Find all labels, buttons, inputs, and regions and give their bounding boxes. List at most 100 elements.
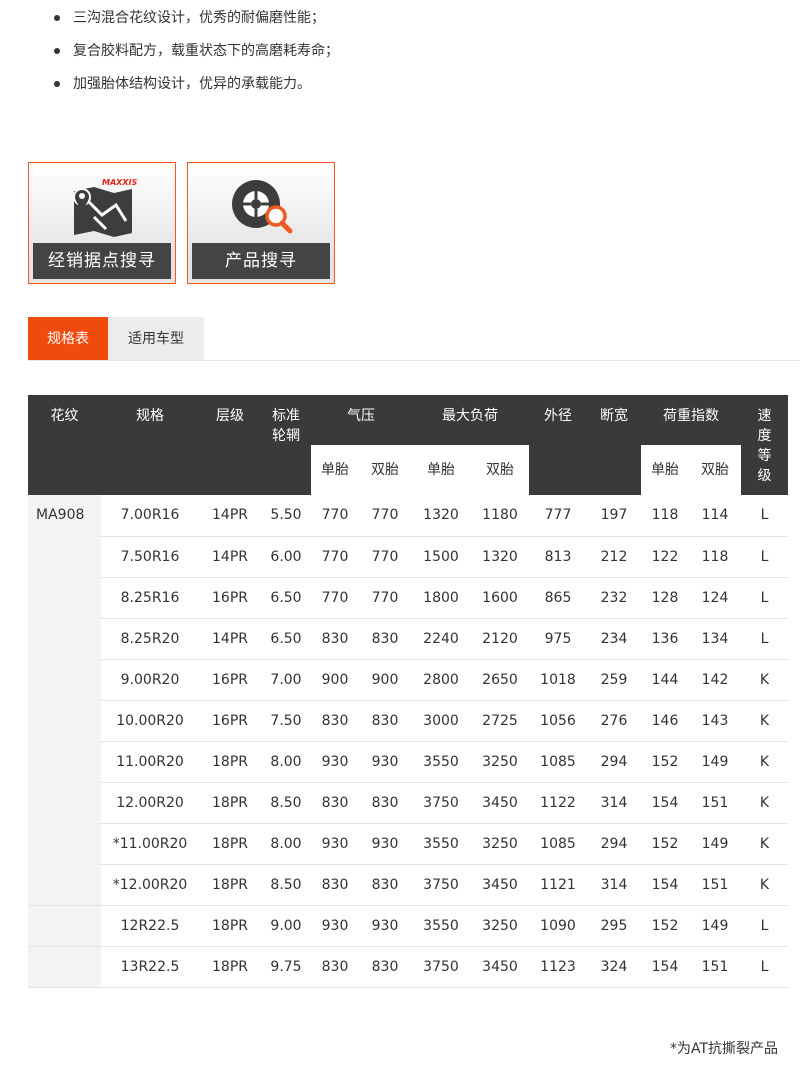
header-load-dual: 双胎	[471, 445, 529, 495]
table-cell: 9.00	[261, 905, 311, 947]
table-cell: 3750	[411, 864, 471, 906]
maxxis-logo: MAXXIS	[102, 178, 137, 187]
header-pattern: 花纹	[28, 395, 101, 495]
table-cell: 142	[689, 659, 741, 701]
table-cell: 7.50	[261, 700, 311, 742]
table-row: 10.00R20 16PR 7.50 830 830 3000 2725 1056 276 146…	[28, 700, 788, 742]
table-cell: 8.25R16	[101, 577, 199, 619]
table-cell: 3550	[411, 905, 471, 947]
table-cell: 3450	[471, 782, 529, 824]
table-cell: 124	[689, 577, 741, 619]
table-cell: 830	[359, 864, 411, 906]
table-cell: 16PR	[199, 659, 261, 701]
tab-divider	[28, 360, 800, 361]
table-cell: 14PR	[199, 495, 261, 537]
table-cell: 2120	[471, 618, 529, 660]
table-cell: 6.50	[261, 577, 311, 619]
table-cell: 6.00	[261, 536, 311, 578]
table-cell: 830	[359, 618, 411, 660]
table-row: *12.00R20 18PR 8.50 830 830 3750 3450 1121 314 15…	[28, 864, 788, 906]
table-cell: 114	[689, 495, 741, 537]
pattern-cell-empty	[28, 864, 101, 906]
table-cell: 134	[689, 618, 741, 660]
table-cell: 16PR	[199, 700, 261, 742]
table-cell: 3000	[411, 700, 471, 742]
header-max-load: 最大负荷	[411, 395, 529, 445]
table-cell: 197	[587, 495, 641, 537]
table-cell: 276	[587, 700, 641, 742]
table-cell: K	[741, 864, 788, 906]
product-search-button[interactable]: 产品搜寻	[187, 162, 335, 284]
table-cell: 3250	[471, 905, 529, 947]
header-diameter: 外径	[529, 395, 587, 495]
table-cell: 154	[641, 782, 689, 824]
dealer-search-button[interactable]: MAXXIS 经销据点搜寻	[28, 162, 176, 284]
table-row: 12.00R20 18PR 8.50 830 830 3750 3450 1122 314 154…	[28, 782, 788, 824]
table-cell: 8.00	[261, 823, 311, 865]
table-cell: 930	[311, 905, 359, 947]
table-cell: 136	[641, 618, 689, 660]
table-cell: 152	[641, 741, 689, 783]
tab-applicable-vehicles[interactable]: 适用车型	[108, 317, 204, 361]
header-load-index: 荷重指数	[641, 395, 741, 445]
table-cell: 830	[359, 700, 411, 742]
table-cell: 149	[689, 905, 741, 947]
table-cell: 18PR	[199, 823, 261, 865]
table-cell: 1320	[471, 536, 529, 578]
table-cell: 13R22.5	[101, 946, 199, 988]
map-pin-icon: MAXXIS	[29, 163, 175, 245]
table-cell: 8.00	[261, 741, 311, 783]
table-cell: L	[741, 495, 788, 537]
pattern-cell: MA908	[28, 495, 101, 864]
feature-item: 加强胎体结构设计，优异的承载能力。	[54, 74, 339, 107]
header-width: 断宽	[587, 395, 641, 495]
table-cell: 3250	[471, 823, 529, 865]
table-cell: 830	[311, 782, 359, 824]
table-cell: 830	[311, 618, 359, 660]
header-ply: 层级	[199, 395, 261, 495]
table-cell: 314	[587, 864, 641, 906]
table-cell: *12.00R20	[101, 864, 199, 906]
table-cell: 146	[641, 700, 689, 742]
header-pressure-dual: 双胎	[359, 445, 411, 495]
table-cell: 7.00R16	[101, 495, 199, 537]
table-cell: 9.00R20	[101, 659, 199, 701]
table-cell: 151	[689, 864, 741, 906]
table-cell: K	[741, 700, 788, 742]
table-cell: 1085	[529, 823, 587, 865]
table-cell: 8.50	[261, 782, 311, 824]
table-cell: 3450	[471, 946, 529, 988]
table-cell: 122	[641, 536, 689, 578]
table-cell: 3550	[411, 741, 471, 783]
table-cell: L	[741, 618, 788, 660]
product-search-label: 产品搜寻	[192, 243, 330, 279]
table-cell: 3550	[411, 823, 471, 865]
table-cell: 770	[359, 577, 411, 619]
table-cell: 1122	[529, 782, 587, 824]
table-cell: 1320	[411, 495, 471, 537]
table-cell: 770	[311, 536, 359, 578]
table-cell: 2800	[411, 659, 471, 701]
table-cell: 118	[641, 495, 689, 537]
table-cell: 149	[689, 741, 741, 783]
table-cell: L	[741, 905, 788, 947]
tab-spec-table[interactable]: 规格表	[28, 317, 108, 361]
table-cell: 930	[311, 823, 359, 865]
table-row: MA908 7.00R16 14PR 5.50 770 770 1320 1180 777 19…	[28, 495, 788, 864]
header-pressure-single: 单胎	[311, 445, 359, 495]
table-cell: 7.50R16	[101, 536, 199, 578]
table-cell: 7.00	[261, 659, 311, 701]
table-cell: 830	[359, 782, 411, 824]
table-cell: 1800	[411, 577, 471, 619]
table-cell: 9.75	[261, 946, 311, 988]
table-cell: 5.50	[261, 495, 311, 537]
table-cell: 930	[359, 823, 411, 865]
feature-item: 复合胶料配方，载重状态下的高磨耗寿命；	[54, 41, 339, 74]
table-row: *11.00R20 18PR 8.00 930 930 3550 3250 1085 294 15…	[28, 823, 788, 865]
table-cell: K	[741, 823, 788, 865]
table-cell: 830	[311, 946, 359, 988]
table-row: 9.00R20 16PR 7.00 900 900 2800 2650 1018 259 144 1…	[28, 659, 788, 701]
table-cell: 324	[587, 946, 641, 988]
table-row: 11.00R20 18PR 8.00 930 930 3550 3250 1085 294 152…	[28, 741, 788, 783]
table-cell: 930	[311, 741, 359, 783]
